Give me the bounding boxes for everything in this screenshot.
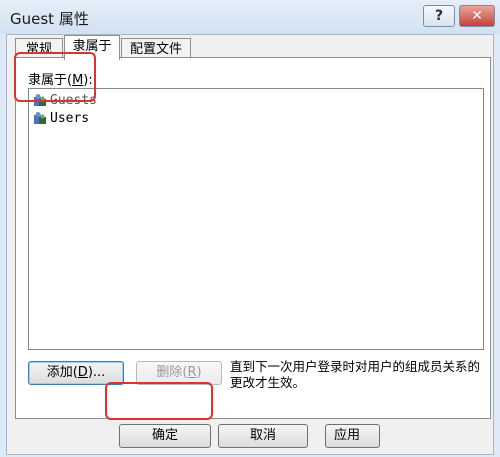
help-icon: ? [434,8,444,24]
help-button[interactable]: ? [423,5,455,27]
users-group-icon [34,112,46,124]
cancel-button[interactable]: 取消 [218,424,308,448]
highlight-annotation-list [14,52,96,102]
properties-window: Guest 属性 ? ✕ 常规 隶属于 配置文件 隶属于(M): Guests [0,0,500,457]
title-bar[interactable]: Guest 属性 ? ✕ [0,0,500,34]
close-icon: ✕ [471,8,483,24]
member-of-list[interactable]: Guests Users [28,88,484,350]
member-of-panel: 隶属于(M): Guests Users 添加(D)... 删除(R) 直到下一… [15,57,491,419]
highlight-annotation-ok [105,382,213,420]
list-item-label: Users [50,111,90,126]
close-button[interactable]: ✕ [459,5,495,27]
ok-button[interactable]: 确定 [119,424,211,448]
window-title: Guest 属性 [10,10,89,28]
membership-note: 直到下一次用户登录时对用户的组成员关系的更改才生效。 [230,359,481,390]
apply-button[interactable]: 应用(A) [325,424,380,448]
